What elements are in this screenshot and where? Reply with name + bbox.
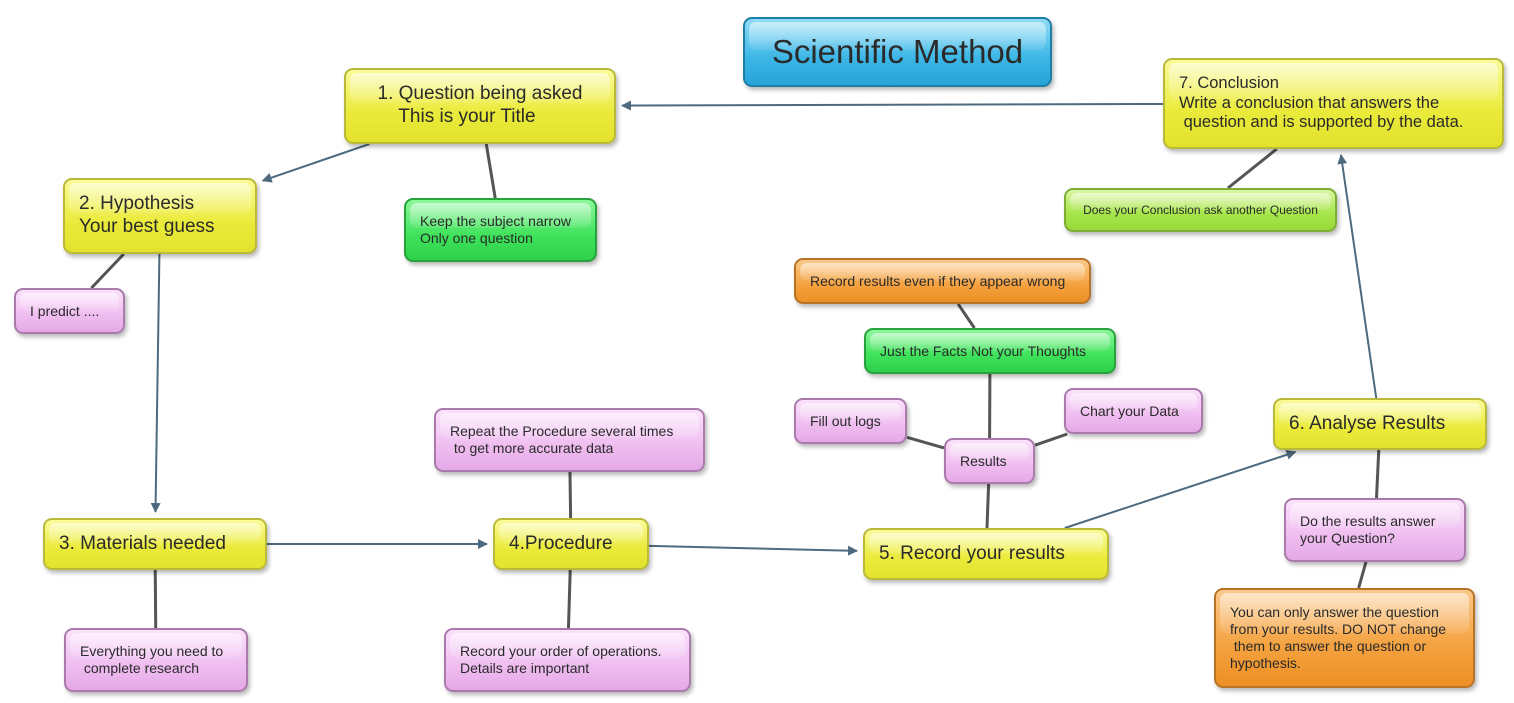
note-only-answer-from-results-text: You can only answer the question from yo… [1230,604,1447,671]
connector-n_logs [906,435,945,450]
note-results-text: Results [960,452,1007,469]
note-fill-out-logs[interactable]: Fill out logs [794,398,907,444]
title-text: Scientific Method [771,33,1024,71]
note-do-results-answer[interactable]: Do the results answer your Question? [1284,498,1466,562]
flow-arrow-h-to-m [150,253,161,514]
flow-arrow-p-to-r [648,544,859,556]
note-everything-you-need[interactable]: Everything you need to complete research [64,628,248,692]
note-everything-you-need-text: Everything you need to complete research [80,643,224,676]
note-just-the-facts[interactable]: Just the Facts Not your Thoughts [864,328,1116,374]
note-record-even-if-wrong-text: Record results even if they appear wrong [810,272,1066,289]
note-i-predict-text: I predict .... [30,302,100,319]
note-repeat-procedure[interactable]: Repeat the Procedure several times to ge… [434,408,705,472]
flow-arrow-r-to-a [1064,449,1297,529]
step-question[interactable]: 1. Question being asked This is your Tit… [344,68,616,144]
note-order-of-operations-text: Record your order of operations. Details… [460,643,662,676]
connector-n_repeat [568,471,573,519]
note-chart-data[interactable]: Chart your Data [1064,388,1203,434]
flow-arrow-q-to-h [261,143,370,183]
note-ask-another-question[interactable]: Does your Conclusion ask another Questio… [1064,188,1337,232]
note-fill-out-logs-text: Fill out logs [810,412,881,429]
note-just-the-facts-text: Just the Facts Not your Thoughts [880,342,1086,359]
connector-n_another [1227,147,1278,190]
note-i-predict[interactable]: I predict .... [14,288,125,334]
note-chart-data-text: Chart your Data [1080,402,1179,419]
step-materials-label: 3. Materials needed [59,532,226,554]
step-hypothesis-label: 2. Hypothesis Your best guess [79,193,215,237]
note-do-results-answer-text: Do the results answer your Question? [1300,513,1436,546]
step-record[interactable]: 5. Record your results [863,528,1109,580]
note-keep-narrow-text: Keep the subject narrow Only one questio… [420,213,571,246]
note-order-of-operations[interactable]: Record your order of operations. Details… [444,628,691,692]
connector-n_narrow [484,143,497,199]
connector-n_only [1357,561,1368,589]
title-node[interactable]: Scientific Method [743,17,1052,87]
step-hypothesis[interactable]: 2. Hypothesis Your best guess [63,178,257,254]
connector-n_everything [153,569,158,629]
connector-n_results [985,483,991,529]
step-record-label: 5. Record your results [879,542,1065,564]
step-procedure[interactable]: 4.Procedure [493,518,649,570]
connector-n_order [566,569,572,629]
step-analyse[interactable]: 6. Analyse Results [1273,398,1487,450]
note-only-answer-from-results[interactable]: You can only answer the question from yo… [1214,588,1475,688]
connector-n_predict [90,252,125,290]
diagram-canvas: Scientific Method 1. Question being aske… [0,0,1514,703]
flow-arrow-c-to-q [621,100,1164,111]
note-keep-narrow[interactable]: Keep the subject narrow Only one questio… [404,198,597,262]
connector-n_chart [1034,432,1068,447]
connector-n_wrong [956,303,976,329]
note-repeat-procedure-text: Repeat the Procedure several times to ge… [450,423,674,456]
note-results[interactable]: Results [944,438,1035,484]
step-conclusion[interactable]: 7. Conclusion Write a conclusion that an… [1163,58,1504,149]
note-record-even-if-wrong[interactable]: Record results even if they appear wrong [794,258,1091,304]
note-ask-another-question-text: Does your Conclusion ask another Questio… [1083,202,1318,217]
step-procedure-label: 4.Procedure [509,532,613,554]
step-materials[interactable]: 3. Materials needed [43,518,267,570]
step-conclusion-label: 7. Conclusion Write a conclusion that an… [1179,73,1464,132]
step-question-label: 1. Question being asked This is your Tit… [377,83,583,127]
connector-n_answer [1375,449,1381,499]
flow-arrow-a-to-c [1337,153,1378,399]
step-analyse-label: 6. Analyse Results [1289,412,1446,434]
